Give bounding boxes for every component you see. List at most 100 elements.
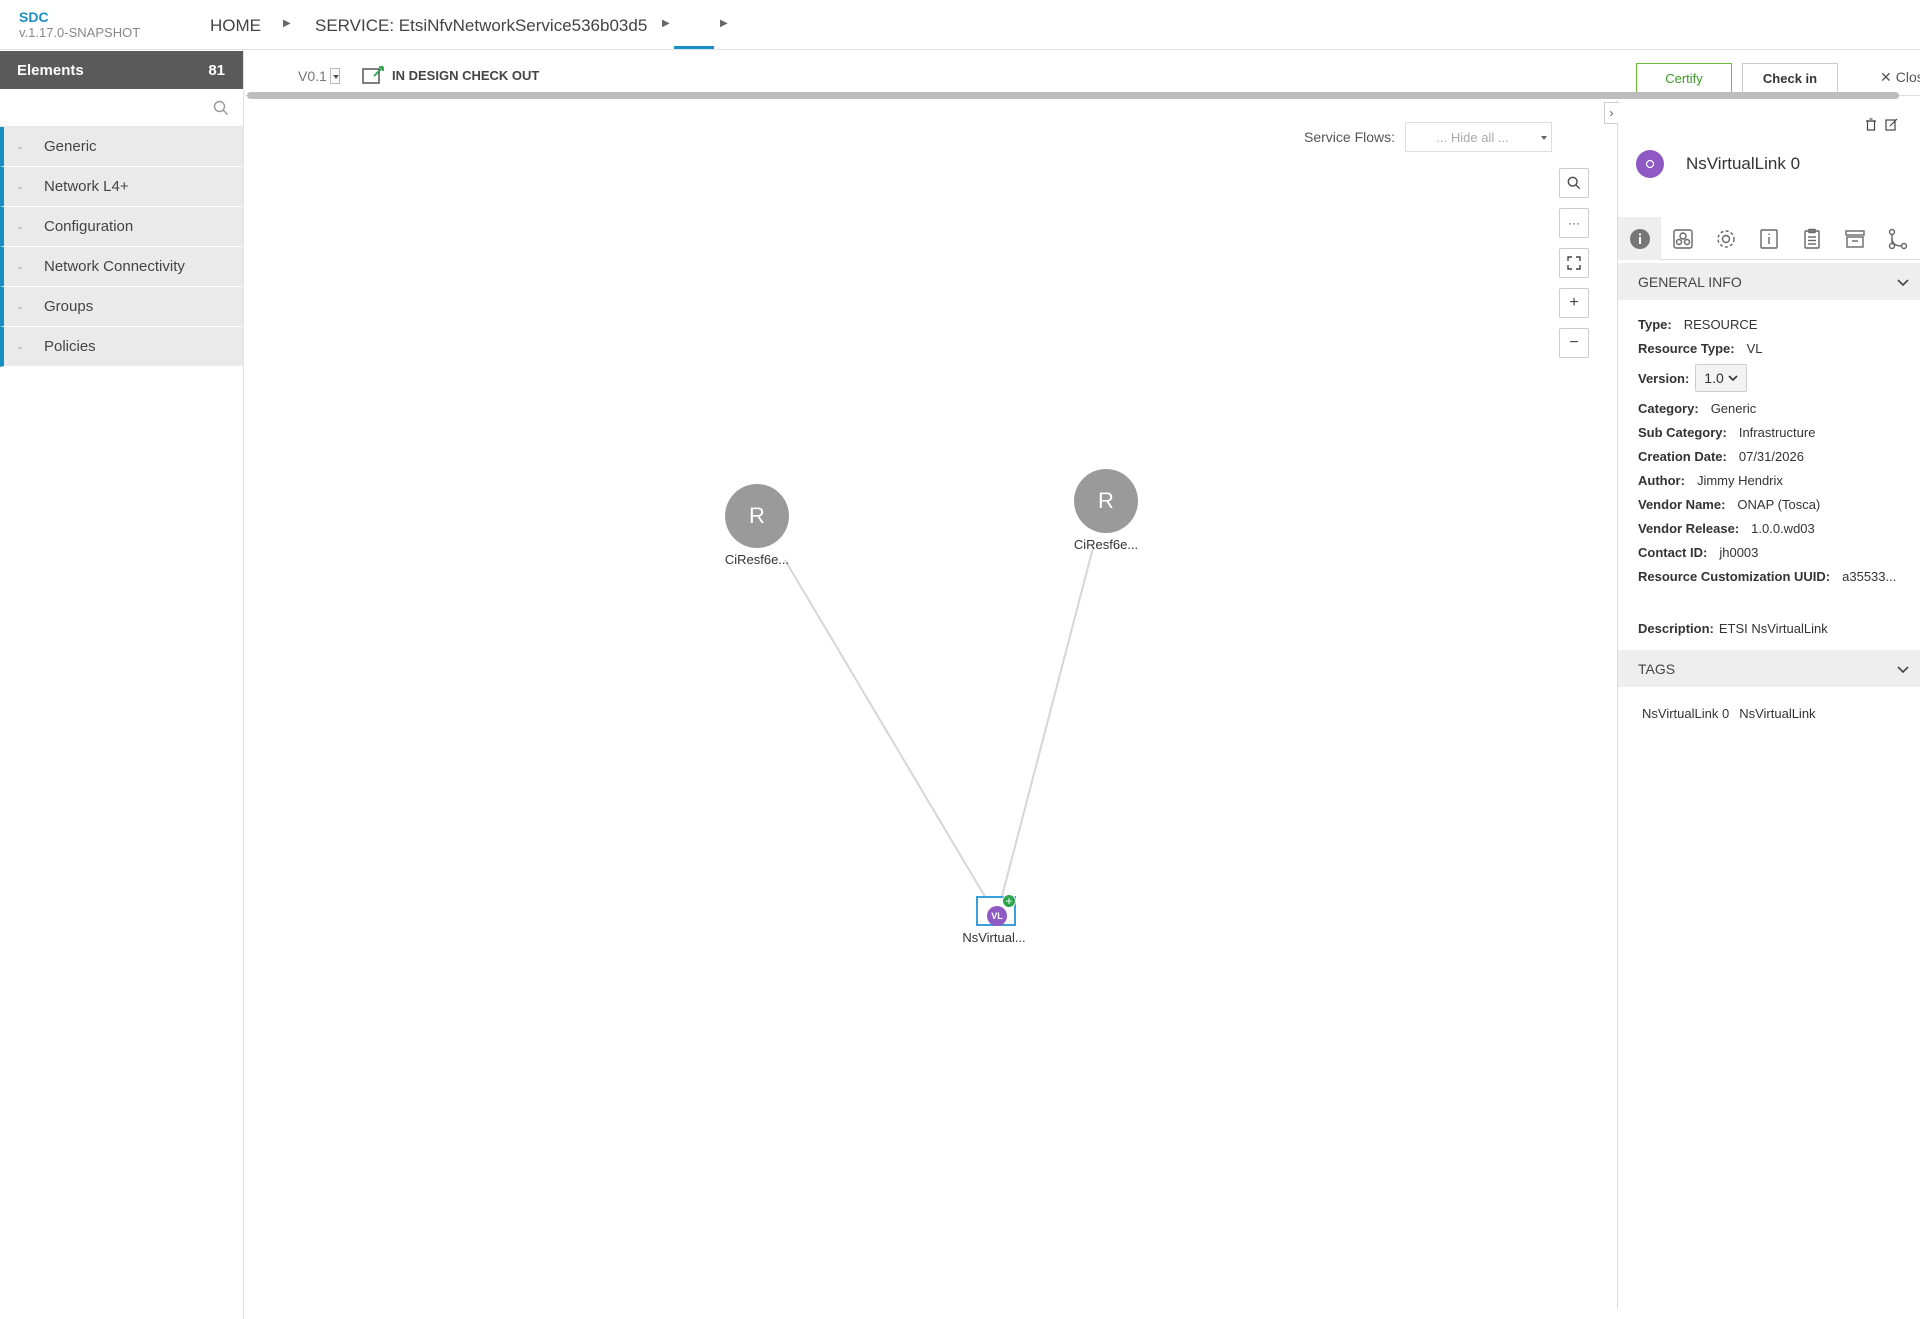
chevron-down-icon <box>1897 661 1909 677</box>
canvas-links <box>784 547 1094 901</box>
info-author: Author: Jimmy Hendrix <box>1638 472 1783 488</box>
category-label: Groups <box>44 298 94 315</box>
info-box-icon <box>1759 228 1778 249</box>
category-label: Configuration <box>44 218 134 235</box>
category-label: Policies <box>44 338 96 355</box>
details-tabs <box>1618 217 1920 260</box>
tab-api-artifacts[interactable] <box>1833 217 1876 260</box>
tag-item: NsVirtualLink <box>1739 706 1816 721</box>
info-vendor-release: Vendor Release: 1.0.0.wd03 <box>1638 520 1815 536</box>
category-label: Generic <box>44 138 97 155</box>
general-info-header[interactable]: GENERAL INFO <box>1618 263 1920 300</box>
checkout-icon <box>362 66 384 84</box>
info-resource-type: Resource Type: VL <box>1638 340 1763 356</box>
gear-icon <box>1716 229 1735 248</box>
search-icon[interactable] <box>213 100 229 116</box>
info-creation-date: Creation Date: 07/31/2026 <box>1638 448 1804 464</box>
version-value: V0.1 <box>298 68 327 84</box>
status-text: IN DESIGN CHECK OUT <box>392 67 540 83</box>
top-nav: SDC v.1.17.0-SNAPSHOT HOME ▶ SERVICE: Et… <box>0 0 1920 50</box>
close-label: Close <box>1895 69 1920 85</box>
tab-requirements[interactable] <box>1790 217 1833 260</box>
breadcrumb-service[interactable]: SERVICE: EtsiNfvNetworkService536b03d5 <box>315 16 647 36</box>
general-info-list: Type: RESOURCE Resource Type: VL Version: … <box>1638 312 1918 640</box>
info-category: Category: Generic <box>1638 400 1757 416</box>
chevron-down-icon[interactable] <box>329 68 340 84</box>
horizontal-scrollbar[interactable] <box>247 92 1899 99</box>
clipboard-icon <box>1803 228 1820 249</box>
component-name: NsVirtualLink 0 <box>1686 154 1801 173</box>
relation-link <box>1000 547 1094 901</box>
tab-properties[interactable] <box>1704 217 1747 260</box>
app-version: v.1.17.0-SNAPSHOT <box>19 25 141 40</box>
certify-button[interactable]: Certify <box>1636 63 1732 93</box>
close-button[interactable]: ✕ Close <box>1880 65 1920 89</box>
trash-icon[interactable] <box>1865 118 1877 131</box>
palette-category-configuration[interactable]: - Configuration <box>0 207 243 247</box>
palette-category-generic[interactable]: - Generic <box>0 127 243 167</box>
collapse-icon: - <box>18 299 22 314</box>
collapse-icon: - <box>18 339 22 354</box>
panel-tools <box>1865 118 1898 131</box>
active-tab-indicator <box>674 46 714 49</box>
breadcrumb-arrow-icon[interactable]: ▶ <box>662 18 670 29</box>
info-vendor-name: Vendor Name: ONAP (Tosca) <box>1638 496 1821 512</box>
info-uuid: Resource Customization UUID: a35533... <box>1638 568 1897 584</box>
info-icon <box>1629 228 1650 249</box>
edit-icon[interactable] <box>1885 118 1898 131</box>
palette-category-network-l4[interactable]: - Network L4+ <box>0 167 243 207</box>
elements-palette: Elements 81 - Generic - Network L4+ - Confi… <box>0 51 244 1319</box>
palette-category-groups[interactable]: - Groups <box>0 287 243 327</box>
tags-list: NsVirtualLink 0 NsVirtualLink <box>1642 706 1816 721</box>
component-title: NsVirtualLink 0 <box>1636 150 1800 178</box>
tab-information-artifacts[interactable] <box>1747 217 1790 260</box>
elements-header: Elements 81 <box>0 51 243 89</box>
node-label: CiResf6e... <box>724 552 790 567</box>
node-label: CiResf6e... <box>1073 537 1139 552</box>
resource-node[interactable]: R <box>725 484 789 548</box>
elements-count: 81 <box>208 61 225 79</box>
virtual-link-icon <box>1636 150 1664 178</box>
tags-title: TAGS <box>1638 660 1676 677</box>
breadcrumb-arrow-icon[interactable]: ▶ <box>283 18 291 29</box>
tab-deployment-artifacts[interactable] <box>1661 217 1704 260</box>
category-label: Network Connectivity <box>44 258 185 275</box>
chevron-right-icon: › <box>1609 106 1614 120</box>
checkin-button[interactable]: Check in <box>1742 63 1838 93</box>
collapse-icon: - <box>18 259 22 274</box>
collapse-icon: - <box>18 219 22 234</box>
version-dropdown[interactable]: 1.0 <box>1695 364 1747 392</box>
app-brand[interactable]: SDC v.1.17.0-SNAPSHOT <box>19 9 140 41</box>
relation-link <box>784 559 988 901</box>
category-label: Network L4+ <box>44 178 129 195</box>
breadcrumb-arrow-icon[interactable]: ▶ <box>720 18 728 29</box>
info-contact-id: Contact ID: jh0003 <box>1638 544 1759 560</box>
relations-icon <box>1888 228 1907 249</box>
composition-canvas[interactable]: Service Flows: ... Hide all ... ··· + − … <box>245 100 1616 1309</box>
info-description: Description: ETSI NsVirtualLink <box>1638 620 1828 636</box>
close-icon: ✕ <box>1880 68 1892 85</box>
tab-relations[interactable] <box>1876 217 1919 260</box>
breadcrumb-home[interactable]: HOME <box>210 16 261 36</box>
palette-search-input[interactable] <box>0 89 210 126</box>
general-info-title: GENERAL INFO <box>1638 273 1742 290</box>
collapse-icon: - <box>18 179 22 194</box>
artifacts-icon <box>1672 228 1693 249</box>
tab-general-info[interactable] <box>1618 217 1661 260</box>
version-select[interactable]: V0.1 <box>298 68 340 84</box>
palette-category-network-connectivity[interactable]: - Network Connectivity <box>0 247 243 287</box>
info-version: Version: 1.0 <box>1638 360 1918 396</box>
elements-title: Elements <box>17 61 84 79</box>
tags-header[interactable]: TAGS <box>1618 650 1920 687</box>
chevron-down-icon <box>1728 374 1738 381</box>
virtual-link-node[interactable]: VL + <box>976 894 1016 926</box>
archive-icon <box>1844 229 1865 248</box>
palette-category-policies[interactable]: - Policies <box>0 327 243 367</box>
resource-node[interactable]: R <box>1074 469 1138 533</box>
details-panel: › NsVirtualLink 0 GENERAL INFO Type: RES… <box>1604 100 1920 1309</box>
collapse-panel-button[interactable]: › <box>1604 102 1618 124</box>
vl-badge-icon: VL <box>987 906 1007 926</box>
node-label: NsVirtual... <box>962 930 1026 945</box>
lifecycle-status: IN DESIGN CHECK OUT <box>362 65 539 85</box>
workspace-toolbar: V0.1 IN DESIGN CHECK OUT Certify Check i… <box>245 51 1920 96</box>
